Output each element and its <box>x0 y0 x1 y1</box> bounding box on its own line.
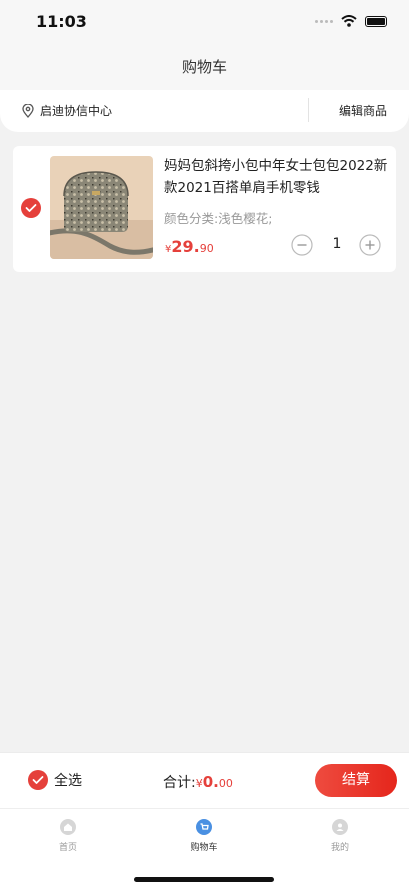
cart-icon <box>196 819 212 835</box>
tab-label-profile: 我的 <box>330 843 349 853</box>
status-time: 11:03 <box>36 12 87 31</box>
tab-label-home: 首页 <box>58 843 77 853</box>
product-image[interactable] <box>50 156 153 259</box>
item-checkbox[interactable] <box>21 198 41 218</box>
wifi-icon <box>341 15 357 27</box>
signal-icon <box>315 19 333 23</box>
select-all-checkbox[interactable] <box>28 770 48 790</box>
total-decimal: 00 <box>218 777 233 790</box>
check-icon <box>32 776 44 784</box>
total-amount: 合计:¥0.00 <box>163 772 233 792</box>
select-all-label: 全选 <box>54 773 82 789</box>
cart-item: 妈妈包斜挎小包中年女士包包2022新款2021百搭单肩手机零钱 颜色分类:浅色樱… <box>13 146 396 272</box>
total-currency: ¥ <box>195 777 203 790</box>
product-title[interactable]: 妈妈包斜挎小包中年女士包包2022新款2021百搭单肩手机零钱 <box>164 155 390 199</box>
tab-cart[interactable]: 购物车 <box>174 819 234 853</box>
address-bar: 启迪协信中心 编辑商品 <box>0 90 409 132</box>
total-label: 合计: <box>163 775 196 791</box>
divider <box>308 98 309 122</box>
total-integer: 0. <box>202 773 219 791</box>
page-title: 购物车 <box>181 58 227 76</box>
status-icons <box>315 15 387 27</box>
home-icon <box>60 819 76 835</box>
profile-icon <box>332 819 348 835</box>
decrease-quantity-button[interactable] <box>291 234 313 256</box>
quantity-value: 1 <box>332 236 342 252</box>
edit-items-button[interactable]: 编辑商品 <box>339 102 387 119</box>
address-text: 启迪协信中心 <box>40 104 113 118</box>
tab-label-cart: 购物车 <box>190 843 218 853</box>
product-spec: 颜色分类:浅色樱花; <box>164 211 273 226</box>
status-bar: 11:03 <box>0 0 409 44</box>
battery-icon <box>365 15 387 27</box>
home-indicator <box>134 877 274 882</box>
location-pin-icon <box>22 103 34 118</box>
tab-home[interactable]: 首页 <box>38 819 98 853</box>
product-price: ¥29.90 <box>165 237 214 256</box>
tab-profile[interactable]: 我的 <box>310 819 370 853</box>
checkout-button[interactable]: 结算 <box>315 764 397 797</box>
price-integer: 29. <box>171 237 200 256</box>
nav-bar: 购物车 <box>0 44 409 90</box>
checkout-bar: 全选 合计:¥0.00 结算 <box>0 752 409 808</box>
price-decimal: 90 <box>199 242 214 255</box>
increase-quantity-button[interactable] <box>359 234 381 256</box>
select-all-toggle[interactable]: 全选 <box>28 770 82 790</box>
address-selector[interactable]: 启迪协信中心 <box>22 102 112 119</box>
check-icon <box>25 204 37 212</box>
